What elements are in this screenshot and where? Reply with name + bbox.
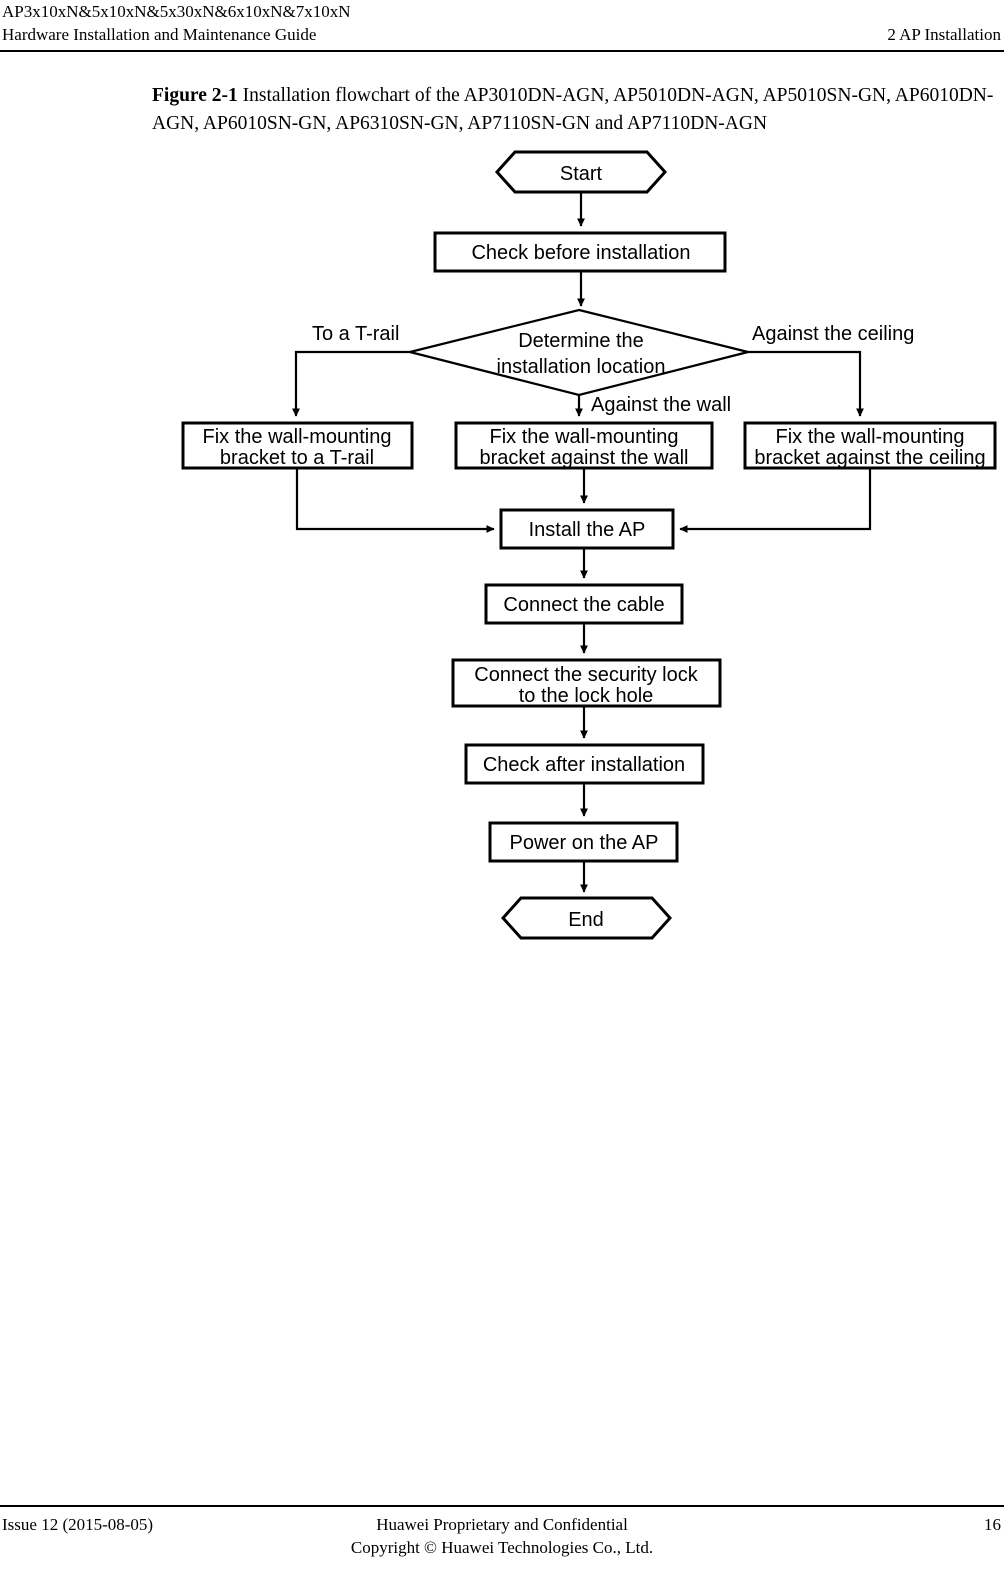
node-decision-installation-location: Determine the installation location	[409, 308, 749, 397]
footer-page-number: 16	[984, 1515, 1001, 1534]
node-end: End	[500, 896, 673, 940]
footer-divider	[0, 1505, 1004, 1507]
header-document-title: Hardware Installation and Maintenance Gu…	[2, 25, 317, 44]
node-fix-bracket-wall: Fix the wall-mounting bracket against th…	[454, 421, 714, 470]
node-connect-cable: Connect the cable	[484, 583, 684, 625]
node-install-ap: Install the AP	[499, 508, 675, 550]
node-fix-bracket-ceiling-line2: bracket against the ceiling	[754, 447, 985, 469]
edge-label-to-t-rail: To a T-rail	[312, 323, 399, 345]
edge-label-against-wall: Against the wall	[591, 394, 731, 416]
installation-flowchart: Start Check before installation Determin…	[0, 140, 1004, 960]
node-connect-cable-label: Connect the cable	[503, 594, 664, 616]
node-check-after-installation-label: Check after installation	[483, 754, 685, 776]
figure-label: Figure 2-1	[152, 85, 238, 106]
header-chapter-title: 2 AP Installation	[887, 25, 1001, 44]
figure-caption: Figure 2-1 Installation flowchart of the…	[152, 82, 1004, 138]
node-power-on-ap: Power on the AP	[488, 821, 679, 863]
edge-fix-ceiling-to-install-ap	[679, 468, 872, 533]
node-check-before-installation-label: Check before installation	[471, 242, 690, 264]
node-fix-bracket-wall-line2: bracket against the wall	[479, 447, 688, 469]
edge-label-against-ceiling: Against the ceiling	[752, 323, 914, 345]
footer-copyright: Copyright © Huawei Technologies Co., Ltd…	[350, 1538, 654, 1557]
header-divider	[0, 50, 1004, 52]
node-start: Start	[494, 150, 668, 194]
node-power-on-ap-label: Power on the AP	[510, 832, 659, 854]
node-check-before-installation: Check before installation	[433, 231, 727, 273]
node-fix-bracket-wall-line1: Fix the wall-mounting	[490, 426, 679, 448]
edge-decision-to-fix-ceiling	[748, 350, 864, 417]
node-decision-label-line2: installation location	[497, 356, 666, 378]
node-fix-bracket-t-rail-line1: Fix the wall-mounting	[203, 426, 392, 448]
figure-caption-text: Installation flowchart of the AP3010DN-A…	[152, 85, 994, 134]
page-header: AP3x10xN&5x10xN&5x30xN&6x10xN&7x10xN Har…	[0, 0, 1004, 52]
node-check-after-installation: Check after installation	[464, 743, 705, 785]
node-install-ap-label: Install the AP	[529, 519, 646, 541]
node-decision-label-line1: Determine the	[518, 330, 644, 352]
edge-fix-t-rail-to-install-ap	[295, 468, 495, 533]
footer-confidentiality: Huawei Proprietary and Confidential	[376, 1515, 628, 1534]
node-fix-bracket-t-rail-line2: bracket to a T-rail	[220, 447, 374, 469]
node-fix-bracket-t-rail: Fix the wall-mounting bracket to a T-rai…	[181, 421, 414, 470]
page-footer: Issue 12 (2015-08-05) Huawei Proprietary…	[0, 1505, 1004, 1570]
node-connect-security-lock: Connect the security lock to the lock ho…	[451, 658, 722, 708]
node-end-label: End	[568, 909, 604, 931]
node-connect-security-lock-line1: Connect the security lock	[474, 664, 698, 686]
header-product-line: AP3x10xN&5x10xN&5x30xN&6x10xN&7x10xN	[2, 2, 351, 21]
node-fix-bracket-ceiling: Fix the wall-mounting bracket against th…	[743, 421, 997, 470]
node-fix-bracket-ceiling-line1: Fix the wall-mounting	[776, 426, 965, 448]
node-start-label: Start	[560, 163, 603, 185]
edge-decision-to-fix-t-rail	[292, 350, 410, 417]
node-connect-security-lock-line2: to the lock hole	[519, 685, 654, 707]
